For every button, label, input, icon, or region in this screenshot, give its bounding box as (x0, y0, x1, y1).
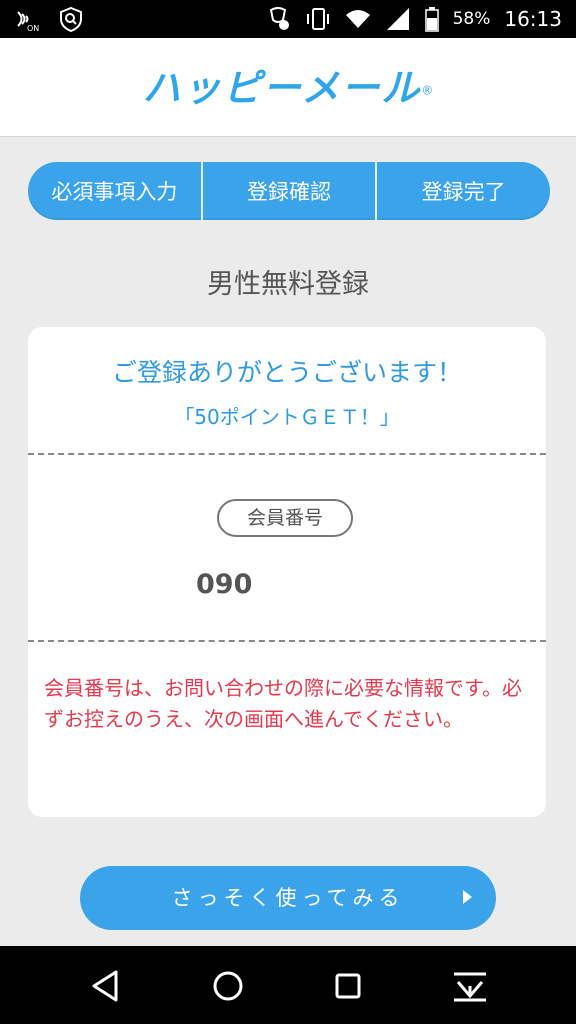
page-title: 男性無料登録 (207, 269, 369, 300)
divider (28, 453, 546, 455)
member-number-value: 090 (196, 569, 253, 600)
logo-text: ハッピーメール (142, 66, 422, 110)
clock: 16:13 (504, 7, 562, 31)
step-confirm: 登録確認 (203, 162, 378, 220)
member-number-label: 会員番号 (217, 499, 353, 537)
registration-steps: 必須事項入力 登録確認 登録完了 (28, 162, 550, 220)
step-required-input: 必須事項入力 (28, 162, 203, 220)
recents-icon[interactable] (326, 964, 370, 1008)
step-complete: 登録完了 (421, 180, 506, 204)
back-icon[interactable] (84, 964, 128, 1008)
start-button-label: さっそく使ってみる (171, 886, 405, 910)
completion-card: ご登録ありがとうございます！ 「50ポイントＧＥＴ！」 会員番号 090 会員番… (28, 327, 546, 817)
app-header: ハッピーメール® (0, 38, 576, 137)
points-message: 「50ポイントＧＥＴ！」 (174, 405, 400, 429)
screen: ON 58% 16:13 ハッピーメール® 必須事項入力 登録確認 登録完了 男… (0, 0, 576, 1024)
battery-icon (424, 6, 439, 32)
home-icon[interactable] (206, 964, 250, 1008)
wifi-icon (345, 6, 371, 32)
notification-icon (265, 6, 291, 32)
signal-icon (385, 6, 411, 32)
nfc-icon: ON (14, 6, 40, 33)
triangle-right-icon (463, 890, 472, 904)
divider (28, 640, 546, 642)
shield-search-icon (58, 6, 84, 33)
thanks-message: ご登録ありがとうございます！ (111, 358, 462, 387)
start-button[interactable]: さっそく使ってみる (80, 866, 496, 930)
status-bar: ON 58% 16:13 (0, 0, 576, 38)
battery-percent: 58% (452, 9, 491, 29)
vibrate-icon (305, 6, 331, 32)
logo[interactable]: ハッピーメール® (0, 38, 576, 136)
notice-text: 会員番号は、お問い合わせの際に必要な情報です。必ずお控えのうえ、次の画面へ進んで… (44, 676, 522, 731)
registered-mark: ® (421, 83, 434, 98)
nfc-on-label: ON (27, 24, 39, 32)
system-navigation-bar (0, 946, 576, 1024)
download-icon[interactable] (448, 964, 492, 1008)
